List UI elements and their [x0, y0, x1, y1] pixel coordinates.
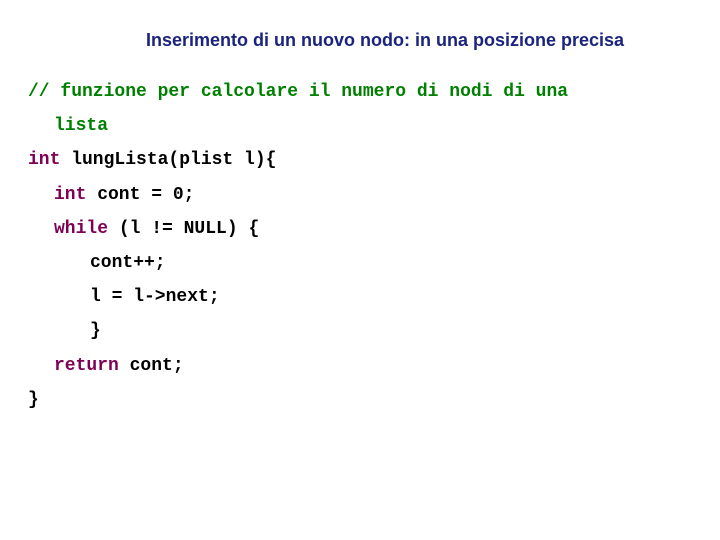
- code-line-comment: // funzione per calcolare il numero di n…: [28, 75, 692, 109]
- comment-text-cont: lista: [54, 116, 108, 136]
- code-line-return: return cont;: [28, 349, 692, 383]
- keyword-int: int: [28, 150, 60, 170]
- code-line-fn-decl: int lungLista(plist l){: [28, 143, 692, 177]
- code-line-close-brace-outer: }: [28, 383, 692, 417]
- code-line-comment-cont: lista: [28, 109, 692, 143]
- keyword-while: while: [54, 219, 108, 239]
- var-decl-rest: cont = 0;: [86, 185, 194, 205]
- keyword-return: return: [54, 356, 119, 376]
- brace-close-outer: }: [28, 390, 39, 410]
- return-rest: cont;: [119, 356, 184, 376]
- slide: Inserimento di un nuovo nodo: in una pos…: [0, 0, 720, 540]
- code-line-while: while (l != NULL) {: [28, 212, 692, 246]
- code-line-close-brace-inner: }: [28, 314, 692, 348]
- code-line-var-decl: int cont = 0;: [28, 178, 692, 212]
- fn-decl-rest: lungLista(plist l){: [60, 150, 276, 170]
- code-block: // funzione per calcolare il numero di n…: [28, 75, 692, 417]
- brace-close: }: [90, 321, 101, 341]
- slide-title: Inserimento di un nuovo nodo: in una pos…: [28, 30, 692, 51]
- stmt-inc: cont++;: [90, 253, 166, 273]
- while-rest: (l != NULL) {: [108, 219, 259, 239]
- code-line-next: l = l->next;: [28, 280, 692, 314]
- stmt-next: l = l->next;: [90, 287, 220, 307]
- comment-text: // funzione per calcolare il numero di n…: [28, 82, 568, 102]
- keyword-int: int: [54, 185, 86, 205]
- code-line-inc: cont++;: [28, 246, 692, 280]
